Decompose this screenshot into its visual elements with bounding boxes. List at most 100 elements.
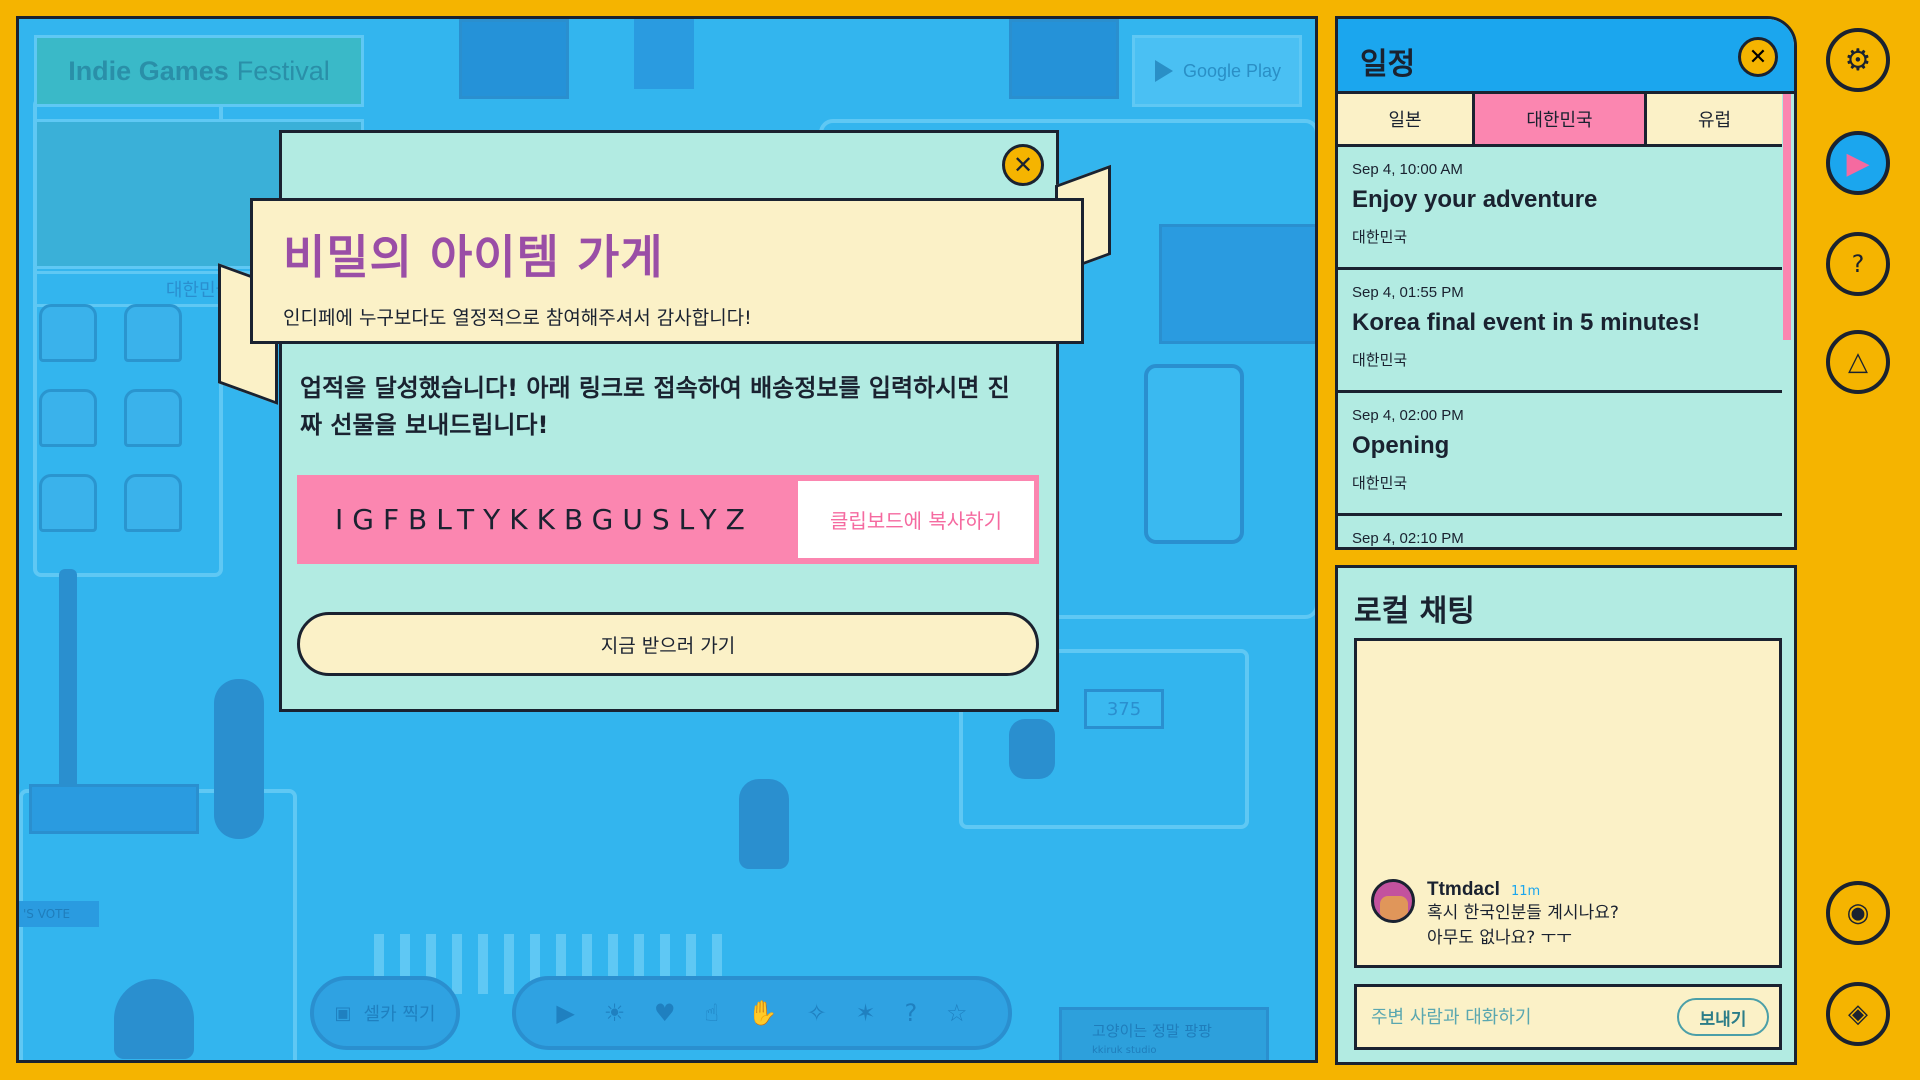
chair <box>39 304 97 362</box>
event-time: Sep 4, 01:55 PM <box>1352 284 1464 301</box>
heart-trophy <box>114 979 194 1059</box>
thumbs-up-reaction-icon[interactable]: ☝ <box>704 999 719 1027</box>
event-title: Korea final event in 5 minutes! <box>1352 309 1701 336</box>
selfie-button[interactable]: ▣ 셀카 찍기 <box>310 976 460 1050</box>
festival-title-light: Festival <box>236 55 330 86</box>
map-button[interactable]: ◈ <box>1826 982 1890 1046</box>
schedule-header: 일정 ✕ <box>1338 19 1794 94</box>
event-title: Enjoy your adventure <box>1352 186 1598 213</box>
chat-timestamp: 11m <box>1510 884 1541 899</box>
chat-text: 혹시 한국인분들 계시나요? <box>1427 903 1619 923</box>
chat-text: 아무도 없나요? ㅜㅜ <box>1427 928 1572 948</box>
google-play-label: Google Play <box>1182 60 1282 81</box>
avatar[interactable] <box>1371 879 1415 923</box>
copy-to-clipboard-button[interactable]: 클립보드에 복사하기 <box>798 481 1034 558</box>
festival-banner: Indie Games Festival <box>34 35 364 107</box>
booth-score-value: 375 <box>1106 698 1142 720</box>
video-icon: ▶ <box>1846 145 1870 181</box>
event-item[interactable]: Sep 4, 01:55 PM Korea final event in 5 m… <box>1338 270 1782 393</box>
camera-button[interactable]: ◉ <box>1826 881 1890 945</box>
modal-title: 비밀의 아이템 가게 <box>283 230 664 284</box>
video-button[interactable]: ▶ <box>1826 131 1890 195</box>
gear-icon: ⚙ <box>1844 42 1872 78</box>
building-block <box>459 19 569 99</box>
region-tabs: 일본 대한민국 유럽 <box>1338 94 1782 147</box>
chair <box>124 474 182 532</box>
trophy-reaction-icon[interactable]: ☆ <box>946 999 968 1027</box>
hanger-icon: △ <box>1848 347 1868 377</box>
tab-japan[interactable]: 일본 <box>1338 94 1475 144</box>
send-button[interactable]: 보내기 <box>1677 998 1769 1036</box>
schedule-scrollbar[interactable] <box>1783 94 1791 340</box>
event-time: Sep 4, 10:00 AM <box>1352 161 1463 178</box>
seoul-tower <box>59 569 77 819</box>
chat-message: Ttmdacl 11m 혹시 한국인분들 계시나요? 아무도 없나요? ㅜㅜ <box>1371 879 1619 951</box>
npc-character[interactable] <box>1009 719 1055 779</box>
player-character[interactable] <box>739 779 789 869</box>
event-item[interactable]: Sep 4, 10:00 AM Enjoy your adventure 대한민… <box>1338 147 1782 270</box>
clap-reaction-icon[interactable]: ✧ <box>807 999 827 1027</box>
map-icon: ◈ <box>1848 999 1868 1029</box>
cat-banner-title: 고양이는 정말 팡팡 <box>1092 1022 1212 1040</box>
google-play-banner: Google Play <box>1132 35 1302 107</box>
chair <box>39 474 97 532</box>
selfie-label: 셀카 찍기 <box>363 1004 436 1025</box>
event-location: 대한민국 <box>1352 474 1408 492</box>
quest-button[interactable]: ? <box>1826 232 1890 296</box>
potion-stand <box>1144 364 1244 544</box>
modal-close-button[interactable]: ✕ <box>1002 144 1044 186</box>
building-block <box>1009 19 1119 99</box>
booth-score: 375 <box>1084 689 1164 729</box>
sun-reaction-icon[interactable]: ☀ <box>604 999 626 1027</box>
vote-sign-label: 'S VOTE <box>23 907 71 921</box>
tab-korea[interactable]: 대한민국 <box>1475 94 1647 144</box>
cat-banner-studio: kkiruk studio <box>1092 1045 1157 1056</box>
heart-reaction-icon[interactable]: ♥ <box>654 999 676 1027</box>
event-location: 대한민국 <box>1352 228 1408 246</box>
wave-reaction-icon[interactable]: ✋ <box>748 999 778 1027</box>
wardrobe-button[interactable]: △ <box>1826 330 1890 394</box>
play-store-icon <box>1154 60 1173 82</box>
brick-wall <box>1159 224 1315 344</box>
reward-code[interactable]: IGFBLTYKKBGUSLYZ <box>300 503 798 536</box>
modal-message: 업적을 달성했습니다! 아래 링크로 접속하여 배송정보를 입력하시면 진짜 선… <box>300 374 1010 439</box>
event-location: 대한민국 <box>1352 351 1408 369</box>
settings-button[interactable]: ⚙ <box>1826 28 1890 92</box>
chair <box>124 304 182 362</box>
building-block <box>634 19 694 89</box>
question-reaction-icon[interactable]: ? <box>904 999 917 1027</box>
event-list: Sep 4, 10:00 AM Enjoy your adventure 대한민… <box>1338 147 1794 547</box>
schedule-title: 일정 <box>1360 47 1416 82</box>
chair <box>124 389 182 447</box>
event-title: Opening <box>1352 432 1450 459</box>
close-icon: ✕ <box>1012 151 1034 179</box>
modal-ribbon: 비밀의 아이템 가게 인디페에 누구보다도 열정적으로 참여해주셔서 감사합니다… <box>250 198 1084 344</box>
modal-subtitle: 인디페에 누구보다도 열정적으로 참여해주셔서 감사합니다! <box>283 307 752 329</box>
question-card-icon: ? <box>1851 250 1865 278</box>
camera-add-icon: ▣ <box>334 1002 352 1024</box>
chat-input[interactable] <box>1371 1006 1677 1028</box>
chat-input-bar: 보내기 <box>1354 984 1782 1050</box>
vote-sign: 'S VOTE <box>19 901 99 927</box>
potted-tree <box>214 679 264 839</box>
event-time: Sep 4, 02:00 PM <box>1352 407 1464 424</box>
chat-title: 로컬 채팅 <box>1354 594 1475 629</box>
claim-now-button[interactable]: 지금 받으러 가기 <box>297 612 1039 676</box>
schedule-panel: 일정 ✕ 일본 대한민국 유럽 Sep 4, 10:00 AM Enjoy yo… <box>1335 16 1797 550</box>
tab-europe[interactable]: 유럽 <box>1647 94 1782 144</box>
event-item[interactable]: Sep 4, 02:00 PM Opening 대한민국 <box>1338 393 1782 516</box>
chair <box>39 389 97 447</box>
camera-icon: ◉ <box>1846 898 1870 928</box>
reward-code-box: IGFBLTYKKBGUSLYZ 클립보드에 복사하기 <box>297 475 1039 564</box>
cat-game-banner: 고양이는 정말 팡팡 kkiruk studio <box>1059 1007 1269 1060</box>
event-item[interactable]: Sep 4, 02:10 PM <box>1338 516 1782 547</box>
schedule-close-button[interactable]: ✕ <box>1738 37 1778 77</box>
play-reaction-icon[interactable]: ▶ <box>556 999 574 1027</box>
party-reaction-icon[interactable]: ✶ <box>856 999 876 1027</box>
festival-title-bold: Indie Games <box>68 55 229 86</box>
chat-username[interactable]: Ttmdacl <box>1427 879 1500 900</box>
event-time: Sep 4, 02:10 PM <box>1352 530 1464 547</box>
close-icon: ✕ <box>1748 44 1768 70</box>
chat-messages[interactable]: Ttmdacl 11m 혹시 한국인분들 계시나요? 아무도 없나요? ㅜㅜ <box>1354 638 1782 968</box>
reaction-bar: ▶ ☀ ♥ ☝ ✋ ✧ ✶ ? ☆ <box>512 976 1012 1050</box>
